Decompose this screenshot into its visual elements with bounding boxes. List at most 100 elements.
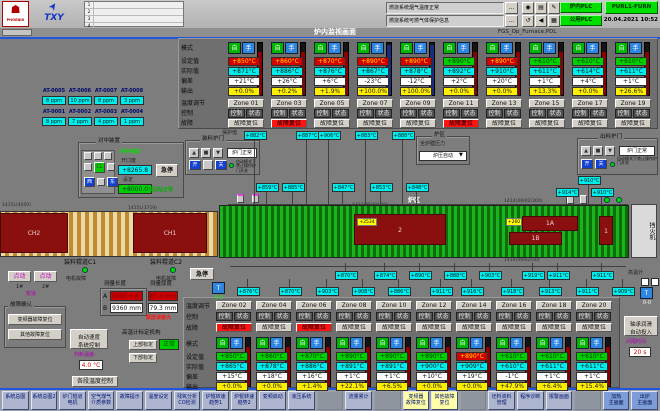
zone-20-button[interactable]: Zone 20: [576, 301, 612, 310]
auto-speed-system-button[interactable]: 自动速度 系统控制: [70, 329, 108, 349]
nav-button-3[interactable]: 炉门辊道 电机: [59, 391, 86, 410]
zone-08-fault-reset-button[interactable]: 故障复位: [336, 323, 372, 332]
nav-button-19[interactable]: 程序诊断: [517, 391, 544, 410]
zone-11-button[interactable]: Zone 11: [443, 99, 479, 108]
zone-04-control-button[interactable]: 控制: [256, 312, 273, 321]
charge-door-auto-button[interactable]: [203, 160, 213, 170]
zone-17-auto-button[interactable]: 自: [572, 42, 585, 54]
screen-tab[interactable]: [2, 29, 32, 36]
zone-15-manual-button[interactable]: 手: [543, 42, 556, 54]
discharge-door-close-button[interactable]: 关: [595, 159, 607, 169]
zone-17-status-button[interactable]: 状态: [590, 109, 607, 118]
zone-14-manual-button[interactable]: 手: [470, 337, 483, 349]
zone-02-manual-button[interactable]: 手: [230, 337, 243, 349]
centering-start-button[interactable]: CL: [94, 162, 105, 173]
zone-19-button[interactable]: Zone 19: [615, 99, 651, 108]
left-thermocouple-toggle[interactable]: T: [212, 282, 225, 294]
zone-13-fault-reset-button[interactable]: 故障复位: [486, 119, 522, 128]
zone-11-status-button[interactable]: 状态: [461, 109, 478, 118]
zone-20-status-button[interactable]: 状态: [594, 312, 611, 321]
zone-07-manual-button[interactable]: 手: [371, 42, 384, 54]
zone-03-control-button[interactable]: 控制: [271, 109, 288, 118]
charge-door-down-button[interactable]: ▼: [213, 148, 223, 158]
zone-08-button[interactable]: Zone 08: [336, 301, 372, 310]
zone-20-auto-button[interactable]: 自: [576, 337, 589, 349]
zone-10-status-button[interactable]: 状态: [394, 312, 411, 321]
zone-08-manual-button[interactable]: 手: [350, 337, 363, 349]
zone-14-status-button[interactable]: 状态: [474, 312, 491, 321]
zone-05-auto-button[interactable]: 自: [314, 42, 327, 54]
nav-button-13[interactable]: 流量累计: [345, 391, 372, 410]
zone-12-manual-button[interactable]: 手: [430, 337, 443, 349]
zone-10-fault-reset-button[interactable]: 故障复位: [376, 323, 412, 332]
nav-button-18[interactable]: 坯料资料 管理: [488, 391, 515, 410]
roller-jog-button-1[interactable]: 点动: [8, 271, 31, 282]
charge-door-open-button[interactable]: 开: [189, 160, 201, 170]
zone-11-fault-reset-button[interactable]: 故障复位: [443, 119, 479, 128]
conveyor-estop-button[interactable]: 急停: [190, 268, 214, 280]
nav-button-15[interactable]: 变频器 故障复位: [403, 391, 430, 410]
zone-10-button[interactable]: Zone 10: [376, 301, 412, 310]
zone-15-control-button[interactable]: 控制: [529, 109, 546, 118]
zone-14-fault-reset-button[interactable]: 故障复位: [456, 323, 492, 332]
zone-16-manual-button[interactable]: 手: [510, 337, 523, 349]
right-thermocouple-toggle[interactable]: T: [640, 287, 653, 299]
zone-18-status-button[interactable]: 状态: [554, 312, 571, 321]
zone-01-control-button[interactable]: 控制: [228, 109, 245, 118]
zone-13-manual-button[interactable]: 手: [500, 42, 513, 54]
nav-button-4[interactable]: 空气煤气 介质参数: [88, 391, 115, 410]
zone-11-control-button[interactable]: 控制: [443, 109, 460, 118]
zone-09-status-button[interactable]: 状态: [418, 109, 435, 118]
zone-09-control-button[interactable]: 控制: [400, 109, 417, 118]
zone-01-status-button[interactable]: 状态: [246, 109, 263, 118]
nav-button-23[interactable]: 出炉 主画面: [631, 391, 658, 410]
edit-icon[interactable]: ✎: [548, 2, 560, 14]
zone-06-button[interactable]: Zone 06: [296, 301, 332, 310]
zone-16-status-button[interactable]: 状态: [514, 312, 531, 321]
zone-12-auto-button[interactable]: 自: [416, 337, 429, 349]
zone-18-button[interactable]: Zone 18: [536, 301, 572, 310]
furnace-slab-1[interactable]: 1: [599, 216, 613, 245]
zone-15-status-button[interactable]: 状态: [547, 109, 564, 118]
bearing-lube-auto-button[interactable]: 轴承润滑 自动投入: [624, 316, 658, 336]
zone-08-control-button[interactable]: 控制: [336, 312, 353, 321]
zone-19-status-button[interactable]: 状态: [633, 109, 650, 118]
zone-03-status-button[interactable]: 状态: [289, 109, 306, 118]
furnace-plc-status-button[interactable]: 炉内PLC: [560, 2, 602, 13]
zone-17-manual-button[interactable]: 手: [586, 42, 599, 54]
zone-14-control-button[interactable]: 控制: [456, 312, 473, 321]
furnace-slab-1a[interactable]: 1A: [522, 216, 578, 231]
zone-11-manual-button[interactable]: 手: [457, 42, 470, 54]
nav-button-9[interactable]: 炉辊转速 趋势2: [231, 391, 258, 410]
zone-17-fault-reset-button[interactable]: 故障复位: [572, 119, 608, 128]
zone-05-status-button[interactable]: 状态: [332, 109, 349, 118]
zone-16-button[interactable]: Zone 16: [496, 301, 532, 310]
zone-01-auto-button[interactable]: 自: [228, 42, 241, 54]
charge-door-stop-button[interactable]: ■: [201, 148, 211, 158]
zone-19-control-button[interactable]: 控制: [615, 109, 632, 118]
nav-button-11[interactable]: 液压系统: [288, 391, 315, 410]
nav-button-5[interactable]: 故障提示: [116, 391, 143, 410]
zone-04-manual-button[interactable]: 手: [270, 337, 283, 349]
pyro-calib-bottom-button[interactable]: 下部标定: [129, 353, 157, 363]
print-icon[interactable]: ▤: [535, 2, 547, 14]
zone-17-control-button[interactable]: 控制: [572, 109, 589, 118]
slab-ch2[interactable]: CH2: [0, 213, 68, 253]
zone-06-manual-button[interactable]: 手: [310, 337, 323, 349]
charge-door-close-button[interactable]: 关: [215, 160, 227, 170]
zone-18-fault-reset-button[interactable]: 故障复位: [536, 323, 572, 332]
zone-20-manual-button[interactable]: 手: [590, 337, 603, 349]
zone-01-fault-reset-button[interactable]: 故障复位: [228, 119, 264, 128]
audio-icon[interactable]: ◀: [535, 15, 547, 27]
alarm-more-button-1[interactable]: ...: [505, 2, 518, 14]
centering-button-3[interactable]: [104, 152, 112, 160]
zone-03-manual-button[interactable]: 手: [285, 42, 298, 54]
zone-07-fault-reset-button[interactable]: 故障复位: [357, 119, 393, 128]
nav-button-6[interactable]: 温度设定: [145, 391, 172, 410]
pyro-calib-top-button[interactable]: 上部标定: [129, 340, 157, 350]
zone-13-control-button[interactable]: 控制: [486, 109, 503, 118]
zone-14-button[interactable]: Zone 14: [456, 301, 492, 310]
centering-button-1[interactable]: [84, 152, 92, 160]
zone-03-button[interactable]: Zone 03: [271, 99, 307, 108]
discharge-door-up-button[interactable]: ▲: [581, 146, 591, 156]
